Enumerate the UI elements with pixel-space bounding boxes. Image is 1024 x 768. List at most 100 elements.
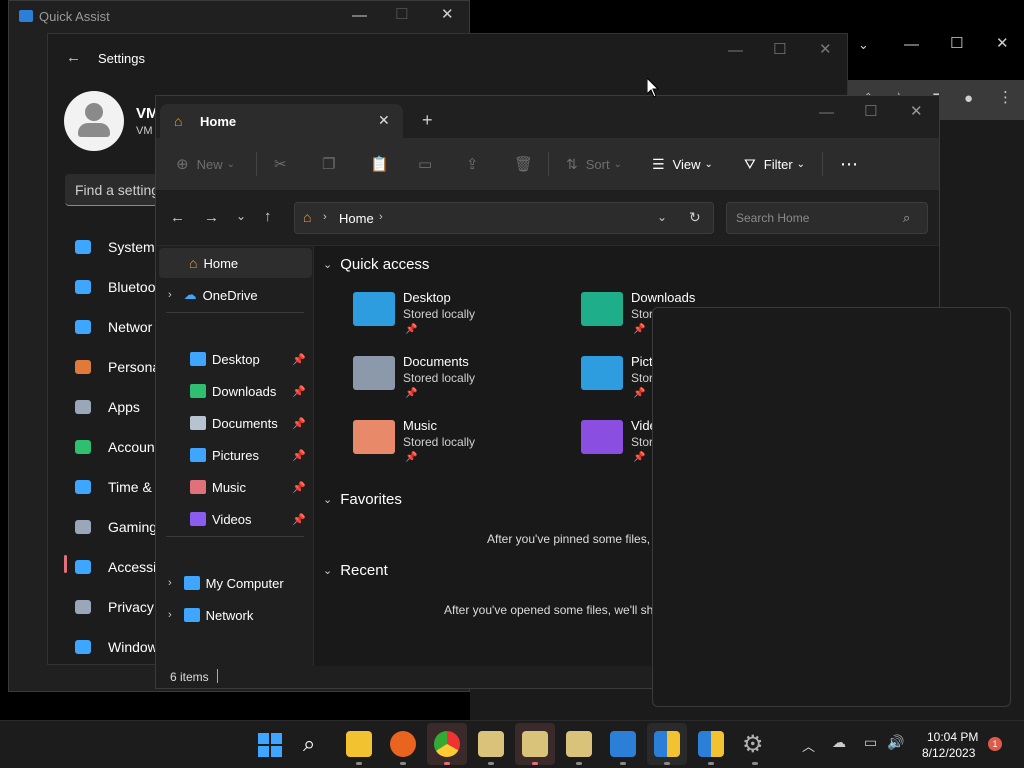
- app-icon-3[interactable]: [566, 731, 592, 757]
- up-arrow-icon[interactable]: ↑: [264, 209, 272, 224]
- new-tab-button[interactable]: +: [422, 111, 433, 129]
- qa-minimize-button[interactable]: —: [352, 8, 367, 23]
- share-icon[interactable]: ⇪: [466, 138, 479, 190]
- recent-locations-chevron-icon[interactable]: ⌄: [236, 210, 246, 222]
- delete-icon[interactable]: 🗑: [514, 138, 533, 190]
- volume-icon[interactable]: 🔊: [887, 734, 904, 751]
- settings-nav-item[interactable]: Accessi: [72, 552, 156, 582]
- nav-item-my-computer[interactable]: › My Computer: [156, 568, 312, 598]
- more-options-icon[interactable]: ⋯: [840, 138, 858, 190]
- sort-button[interactable]: ⇅ Sort ⌄: [566, 138, 622, 190]
- onedrive-tray-icon[interactable]: ☁: [832, 734, 846, 751]
- settings-nav-item[interactable]: Accoun: [72, 432, 155, 462]
- nav-item-pinned[interactable]: Videos 📌: [156, 504, 312, 534]
- quick-access-item[interactable]: Music Stored locally 📌: [353, 418, 573, 478]
- search-icon[interactable]: ⌕: [303, 731, 315, 757]
- browser-maximize-button[interactable]: ☐: [950, 36, 963, 51]
- pin-icon[interactable]: 📌: [292, 417, 306, 430]
- settings-minimize-button[interactable]: —: [728, 43, 743, 58]
- tab-home[interactable]: ⌂ Home ✕: [160, 104, 403, 138]
- quick-access-item[interactable]: Desktop Stored locally 📌: [353, 290, 573, 350]
- paste-icon[interactable]: 📋: [370, 138, 389, 190]
- clock-date[interactable]: 8/12/2023: [922, 746, 975, 760]
- settings-nav-item[interactable]: Privacy: [72, 592, 154, 622]
- settings-nav-item[interactable]: System: [72, 232, 155, 262]
- chrome-icon[interactable]: [434, 731, 460, 757]
- explorer-close-button[interactable]: ✕: [910, 104, 923, 119]
- file-explorer-icon[interactable]: [346, 731, 372, 757]
- settings-close-button[interactable]: ✕: [819, 42, 832, 57]
- pin-icon[interactable]: 📌: [292, 353, 306, 366]
- pin-icon[interactable]: 📌: [292, 385, 306, 398]
- explorer-minimize-button[interactable]: —: [819, 105, 834, 120]
- back-arrow-icon[interactable]: ←: [170, 210, 185, 225]
- browser-close-button[interactable]: ✕: [996, 36, 1009, 51]
- show-hidden-icons-chevron-icon[interactable]: ︿: [802, 736, 815, 755]
- new-button[interactable]: ⊕ New ⌄: [176, 138, 235, 190]
- firefox-icon[interactable]: [390, 731, 416, 757]
- qa-close-button[interactable]: ✕: [441, 7, 454, 22]
- settings-nav-item[interactable]: Persona: [72, 352, 160, 382]
- view-button[interactable]: ☰ View ⌄: [652, 138, 713, 190]
- filter-button[interactable]: ⛛ Filter ⌄: [744, 138, 805, 190]
- nav-item-pinned[interactable]: Downloads 📌: [156, 376, 312, 406]
- quick-assist-icon[interactable]: [610, 731, 636, 757]
- refresh-icon[interactable]: ↻: [689, 209, 701, 226]
- nav-item-onedrive[interactable]: › ☁ OneDrive: [156, 280, 312, 310]
- back-arrow-icon[interactable]: ←: [66, 50, 81, 65]
- settings-nav-item[interactable]: Bluetoo: [72, 272, 155, 302]
- settings-nav-item[interactable]: Networ: [72, 312, 152, 342]
- nav-item-home[interactable]: ⌂ Home: [159, 248, 312, 278]
- nav-item-network[interactable]: › Network: [156, 600, 312, 630]
- cut-icon[interactable]: ✂: [274, 138, 287, 190]
- pin-icon[interactable]: 📌: [292, 513, 306, 526]
- rename-icon[interactable]: ▭: [418, 138, 432, 190]
- divider: [822, 152, 823, 176]
- browser-menu-icon[interactable]: ⋮: [998, 90, 1013, 105]
- browser-tab-list-button[interactable]: ⌄: [858, 38, 869, 51]
- settings-nav-label: Accessi: [108, 559, 157, 575]
- start-button[interactable]: [258, 733, 282, 757]
- favorites-header[interactable]: ⌄ Favorites: [323, 491, 402, 508]
- settings-nav-item[interactable]: Gaming: [72, 512, 157, 542]
- settings-gear-icon[interactable]: ⚙: [742, 730, 764, 759]
- recent-header[interactable]: ⌄ Recent: [323, 562, 388, 579]
- clock-time[interactable]: 10:04 PM: [927, 730, 978, 744]
- browser-minimize-button[interactable]: —: [904, 37, 919, 52]
- app-icon-2[interactable]: [522, 731, 548, 757]
- nav-item-pinned[interactable]: Music 📌: [156, 472, 312, 502]
- active-indicator: [64, 555, 67, 573]
- forward-arrow-icon[interactable]: →: [204, 210, 219, 225]
- app-icon-1[interactable]: [478, 731, 504, 757]
- address-bar[interactable]: ⌂ › Home › ⌄ ↻: [294, 202, 714, 234]
- overlay-panel: [652, 307, 1011, 707]
- security-shield-icon[interactable]: [698, 731, 724, 757]
- network-tray-icon[interactable]: ▭: [864, 734, 877, 751]
- quick-access-header[interactable]: ⌄ Quick access: [323, 256, 429, 273]
- nav-item-pinned[interactable]: Desktop 📌: [156, 344, 312, 374]
- address-dropdown-icon[interactable]: ⌄: [657, 210, 667, 224]
- pin-icon[interactable]: 📌: [292, 481, 306, 494]
- tab-close-icon[interactable]: ✕: [378, 112, 390, 129]
- settings-maximize-button[interactable]: ☐: [773, 42, 786, 57]
- nav-item-pinned[interactable]: Pictures 📌: [156, 440, 312, 470]
- profile-icon[interactable]: ●: [964, 91, 973, 106]
- quick-access-item[interactable]: Documents Stored locally 📌: [353, 354, 573, 414]
- security-shield-icon[interactable]: [654, 731, 680, 757]
- quick-access-item-name: Music: [403, 418, 437, 433]
- breadcrumb[interactable]: Home: [339, 211, 374, 226]
- expand-chevron-icon[interactable]: ›: [168, 609, 172, 621]
- qa-maximize-button[interactable]: ☐: [395, 7, 408, 22]
- explorer-maximize-button[interactable]: ☐: [864, 104, 877, 119]
- sort-label: Sort: [585, 156, 610, 172]
- settings-nav-item[interactable]: Apps: [72, 392, 140, 422]
- expand-chevron-icon[interactable]: ›: [168, 289, 172, 301]
- search-input[interactable]: Search Home ⌕: [726, 202, 928, 234]
- settings-nav-item[interactable]: Window: [72, 632, 158, 662]
- settings-nav-item[interactable]: Time &: [72, 472, 152, 502]
- notification-badge[interactable]: 1: [988, 737, 1002, 751]
- copy-icon[interactable]: ❐: [322, 138, 335, 190]
- pin-icon[interactable]: 📌: [292, 449, 306, 462]
- nav-item-pinned[interactable]: Documents 📌: [156, 408, 312, 438]
- expand-chevron-icon[interactable]: ›: [168, 577, 172, 589]
